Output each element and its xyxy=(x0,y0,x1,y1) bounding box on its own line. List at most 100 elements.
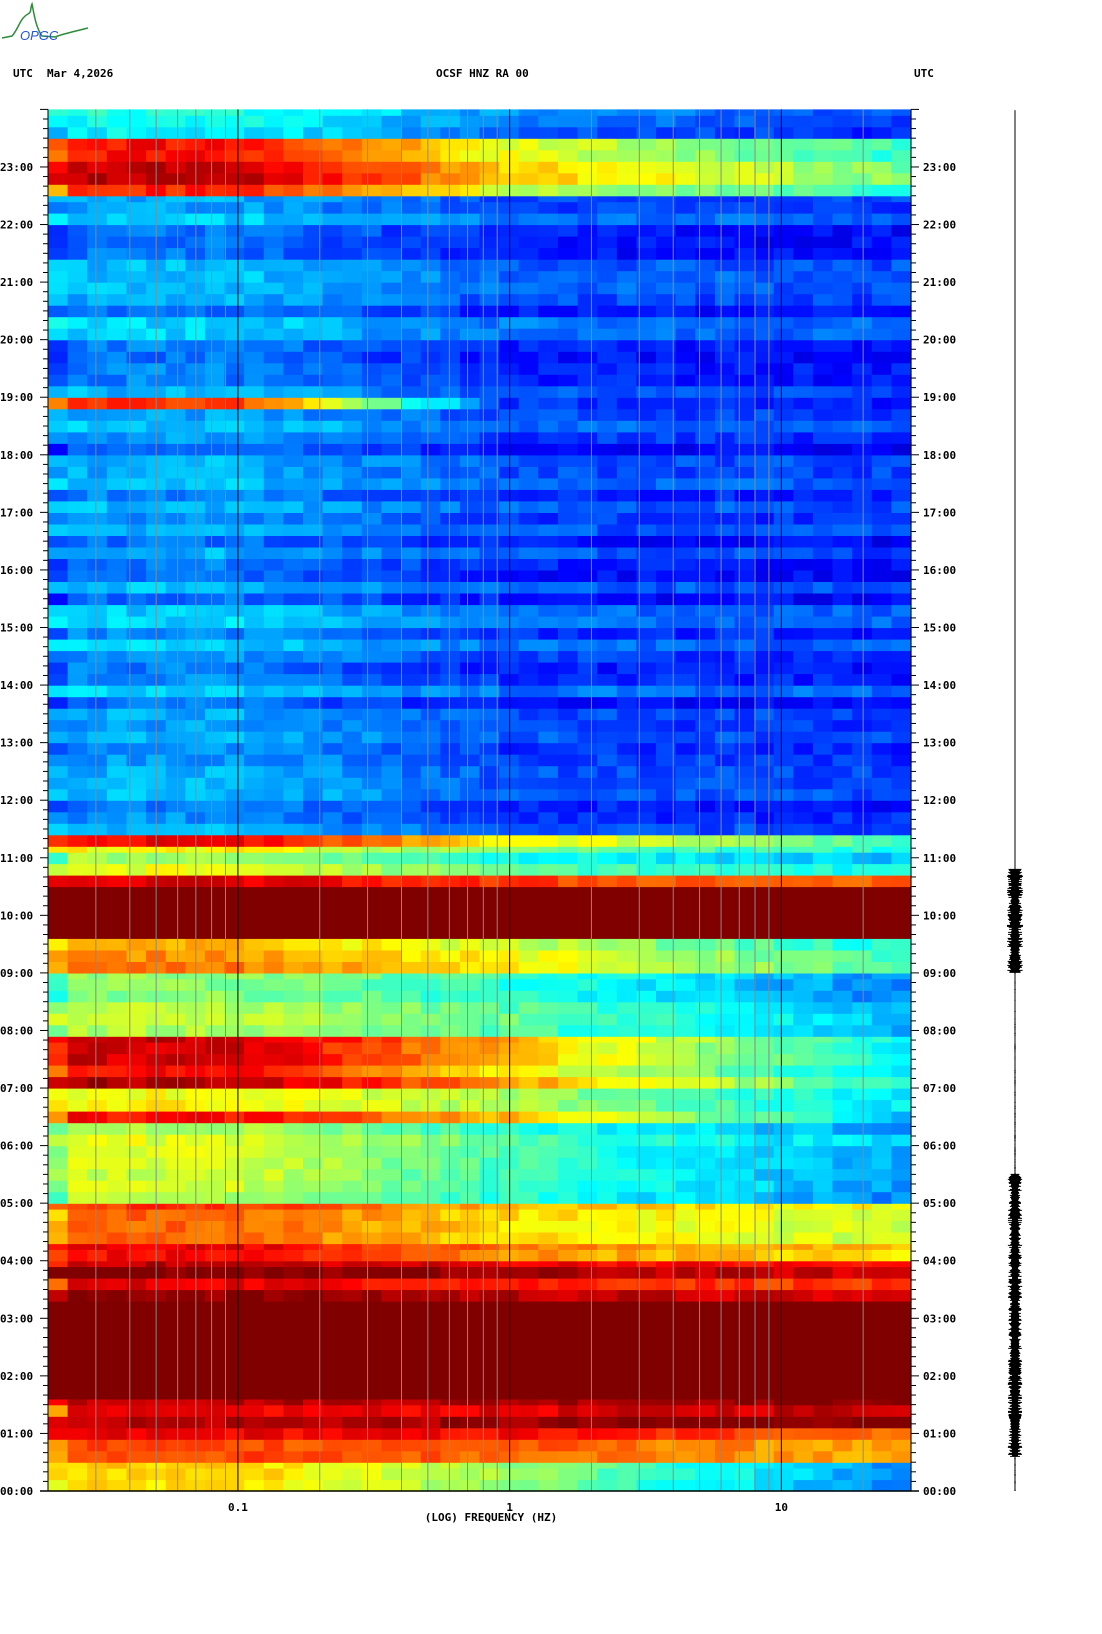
spectrogram-cell xyxy=(479,466,500,479)
spectrogram-cell xyxy=(322,1479,343,1492)
spectrogram-cell xyxy=(381,846,402,853)
spectrogram-cell xyxy=(342,650,363,663)
spectrogram-cell xyxy=(322,1053,343,1066)
spectrogram-cell xyxy=(714,1220,736,1233)
spectrogram-cell xyxy=(518,696,539,709)
spectrogram-cell xyxy=(244,535,265,548)
spectrogram-cell xyxy=(342,581,363,594)
spectrogram-cell xyxy=(812,990,834,1003)
spectrogram-cell xyxy=(401,1398,422,1406)
spectrogram-cell xyxy=(695,627,716,640)
spectrogram-cell xyxy=(577,489,598,502)
spectrogram-cell xyxy=(87,1042,108,1055)
spectrogram-cell xyxy=(87,339,108,352)
spectrogram-cell xyxy=(322,316,343,329)
spectrogram-cell xyxy=(204,1329,226,1342)
spectrogram-cell xyxy=(891,1427,912,1440)
spectrogram-cell xyxy=(773,961,794,974)
spectrogram-cell xyxy=(597,397,618,410)
spectrogram-cell xyxy=(87,903,108,916)
spectrogram-cell xyxy=(204,420,226,433)
spectrogram-cell xyxy=(675,535,696,548)
spectrogram-cell xyxy=(244,915,265,928)
spectrogram-cell xyxy=(263,1266,284,1279)
spectrogram-cell xyxy=(224,523,245,536)
spectrogram-cell xyxy=(106,1208,127,1221)
spectrogram-cell xyxy=(832,1278,853,1291)
spectrogram-cell xyxy=(871,863,892,876)
spectrogram-cell xyxy=(734,604,755,617)
spectrogram-cell xyxy=(616,949,637,962)
spectrogram-cell xyxy=(283,431,304,444)
spectrogram-cell xyxy=(597,1024,618,1037)
spectrogram-cell xyxy=(459,811,481,824)
spectrogram-cell xyxy=(283,731,304,744)
spectrogram-cell xyxy=(440,708,461,721)
spectrogram-cell xyxy=(420,650,441,663)
spectrogram-cell xyxy=(342,1036,363,1043)
spectrogram-cell xyxy=(420,500,441,513)
spectrogram-cell xyxy=(165,1249,186,1262)
spectrogram-cell xyxy=(695,1341,716,1354)
spectrogram-cell xyxy=(734,627,755,640)
spectrogram-cell xyxy=(616,1318,637,1331)
spectrogram-cell xyxy=(695,1306,716,1319)
spectrogram-cell xyxy=(204,875,226,888)
spectrogram-cell xyxy=(342,397,363,410)
spectrogram-cell xyxy=(67,685,88,698)
spectrogram-cell xyxy=(577,385,598,398)
spectrogram-cell xyxy=(754,1260,775,1268)
spectrogram-cell xyxy=(401,1145,422,1158)
spectrogram-cell xyxy=(401,1111,422,1124)
spectrogram-cell xyxy=(871,1024,892,1037)
spectrogram-cell xyxy=(597,1088,618,1101)
spectrogram-cell xyxy=(812,863,834,876)
spectrogram-cell xyxy=(106,1301,127,1308)
spectrogram-cell xyxy=(479,1387,500,1400)
spectrogram-cell xyxy=(420,1289,441,1302)
spectrogram-cell xyxy=(106,616,127,629)
spectrogram-cell xyxy=(440,1053,461,1066)
spectrogram-cell xyxy=(204,1439,226,1452)
spectrogram-cell xyxy=(577,949,598,962)
spectrogram-cell xyxy=(891,1462,912,1469)
spectrogram-cell xyxy=(322,1416,343,1429)
spectrogram-cell xyxy=(283,1220,304,1233)
spectrogram-cell xyxy=(48,1329,69,1342)
spectrogram-cell xyxy=(675,892,696,905)
spectrogram-cell xyxy=(558,1301,579,1308)
spectrogram-cell xyxy=(754,443,775,456)
spectrogram-cell xyxy=(695,1001,716,1014)
spectrogram-cell xyxy=(244,558,265,571)
spectrogram-cell xyxy=(48,662,69,675)
spectrogram-cell xyxy=(361,1306,382,1319)
spectrogram-cell xyxy=(793,961,814,974)
spectrogram-cell xyxy=(812,1301,834,1308)
spectrogram-cell xyxy=(48,1243,69,1250)
spectrogram-cell xyxy=(832,852,853,865)
spectrogram-cell xyxy=(263,477,284,490)
spectrogram-cell xyxy=(204,754,226,767)
spectrogram-cell xyxy=(440,259,461,272)
spectrogram-cell xyxy=(440,627,461,640)
spectrogram-cell xyxy=(773,1013,794,1026)
spectrogram-cell xyxy=(714,1203,736,1210)
spectrogram-cell xyxy=(479,852,500,865)
spectrogram-cell xyxy=(714,489,736,502)
spectrogram-cell xyxy=(342,731,363,744)
spectrogram-cell xyxy=(734,1404,755,1417)
spectrogram-cell xyxy=(440,293,461,306)
spectrogram-cell xyxy=(616,823,637,836)
spectrogram-cell xyxy=(773,1203,794,1210)
spectrogram-cell xyxy=(714,500,736,513)
spectrogram-cell xyxy=(852,351,873,364)
spectrogram-cell xyxy=(87,604,108,617)
spectrogram-cell xyxy=(518,374,539,387)
spectrogram-cell xyxy=(401,339,422,352)
spectrogram-cell xyxy=(244,1479,265,1492)
spectrogram-cell xyxy=(538,1145,559,1158)
spectrogram-cell xyxy=(224,811,245,824)
spectrogram-cell xyxy=(244,875,265,888)
spectrogram-cell xyxy=(283,823,304,836)
spectrogram-cell xyxy=(165,719,186,732)
